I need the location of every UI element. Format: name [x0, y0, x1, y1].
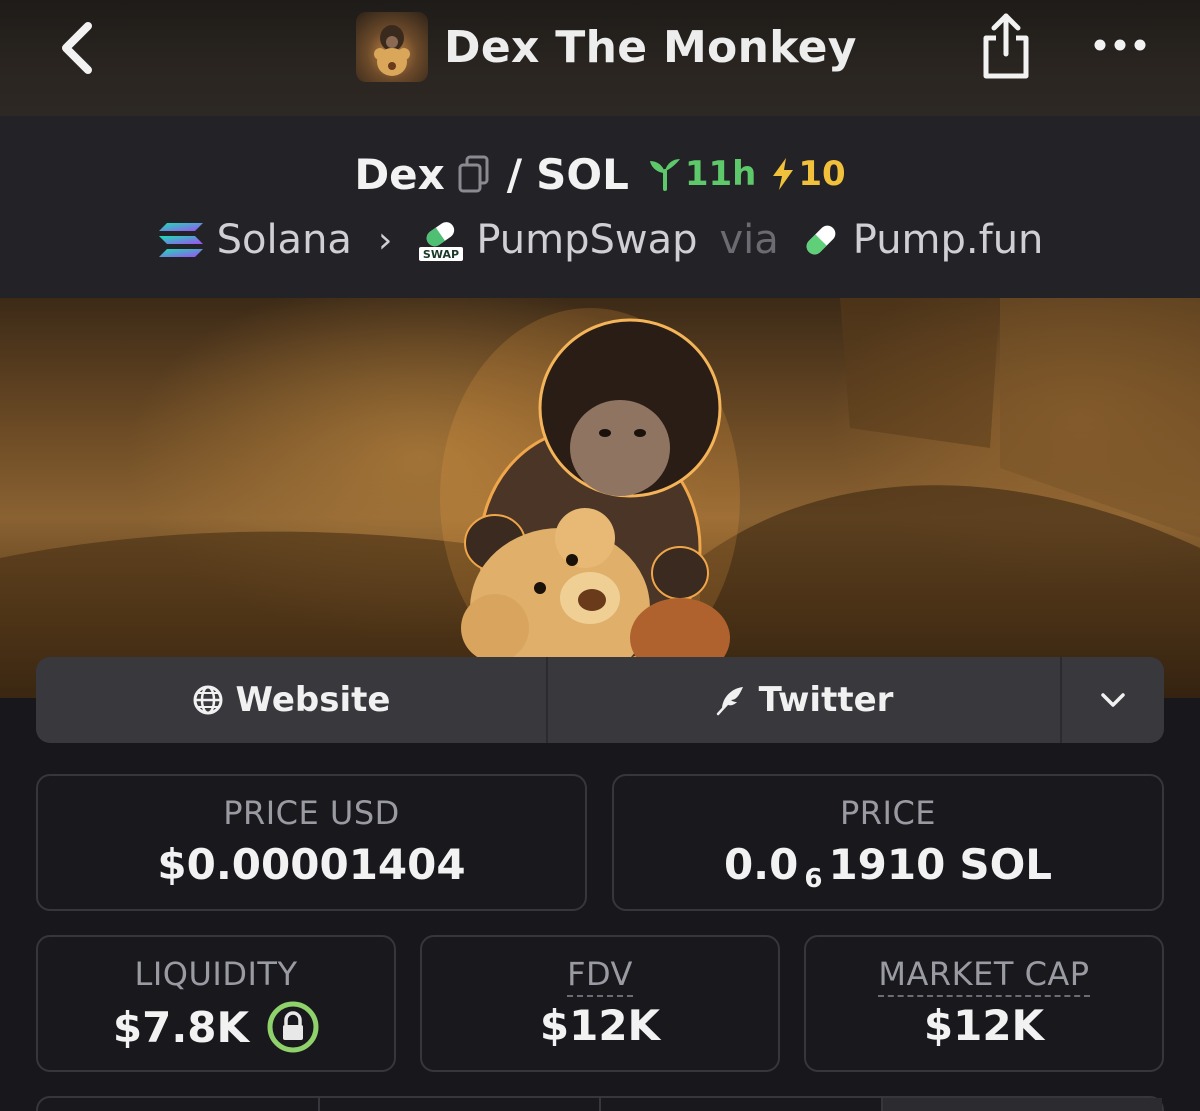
share-icon [983, 13, 1029, 79]
chevron-down-icon [1101, 693, 1125, 707]
social-links-bar: Website Twitter [36, 657, 1164, 743]
svg-text:SWAP: SWAP [423, 248, 459, 261]
liquidity-label: LIQUIDITY [134, 955, 298, 993]
solana-icon [158, 223, 203, 257]
route-row: Solana › SWAP PumpSwap via Pump.fun [0, 212, 1200, 268]
top-nav-bar: Dex The Monkey [0, 0, 1200, 116]
dex-name[interactable]: PumpSwap [476, 217, 697, 263]
liquidity-card: LIQUIDITY $7.8K [36, 935, 396, 1072]
fdv-value: $12K [539, 1001, 661, 1050]
price-usd-label: PRICE USD [223, 794, 400, 832]
pair-title-row: Dex / SOL 11h 10 [0, 146, 1200, 202]
pair-age-badge: 11h [647, 154, 757, 194]
market-cap-label: MARKET CAP [878, 955, 1090, 997]
liquidity-value-row: $7.8K [113, 1001, 319, 1053]
pumpswap-icon: SWAP [419, 222, 464, 261]
fdv-card[interactable]: FDV $12K [420, 935, 780, 1072]
tab-segment[interactable] [882, 1098, 1162, 1111]
price-usd-card: PRICE USD $0.00001404 [36, 774, 587, 911]
more-horizontal-icon [1094, 39, 1146, 51]
sprout-icon [649, 159, 680, 191]
twitter-button[interactable]: Twitter [548, 657, 1062, 743]
timeframe-tabs [36, 1096, 1164, 1111]
website-button[interactable]: Website [36, 657, 548, 743]
more-links-dropdown[interactable] [1062, 657, 1164, 743]
chevron-left-icon [62, 22, 92, 74]
lightning-icon [773, 158, 794, 190]
price-usd-value: $0.00001404 [157, 840, 466, 889]
lock-icon[interactable] [267, 1001, 319, 1053]
price-native-label: PRICE [839, 794, 937, 832]
feather-icon [716, 687, 743, 716]
back-button[interactable] [52, 18, 108, 78]
twitter-label: Twitter [758, 680, 894, 720]
website-label: Website [235, 680, 391, 720]
globe-icon [193, 685, 223, 715]
copy-icon[interactable] [457, 155, 491, 193]
boost-count: 10 [798, 154, 846, 194]
pair-header: Dex / SOL 11h 10 Solana › SWAP PumpSwap … [0, 116, 1200, 298]
quote-token-symbol: SOL [536, 149, 629, 199]
tab-segment[interactable] [38, 1098, 320, 1111]
market-cap-label-wrap: MARKET CAP [878, 955, 1090, 997]
page-title: Dex The Monkey [444, 21, 857, 73]
tab-segment[interactable] [320, 1098, 601, 1111]
base-token-symbol: Dex [354, 149, 445, 199]
chevron-right-icon: › [377, 219, 393, 261]
pumpfun-icon [806, 225, 836, 255]
liquidity-value: $7.8K [112, 1002, 250, 1052]
price-native-prefix: 0.0 [723, 840, 799, 889]
tab-segment[interactable] [601, 1098, 883, 1111]
price-native-value: 0.0 6 1910 SOL [723, 840, 1053, 894]
market-cap-value: $12K [923, 1001, 1045, 1050]
price-native-zero-count: 6 [804, 863, 823, 894]
price-native-unit: SOL [959, 840, 1053, 889]
pair-separator: / [506, 149, 523, 199]
price-native-digits: 1910 [828, 840, 946, 889]
fdv-label-wrap: FDV [567, 955, 633, 997]
token-title-group: Dex The Monkey [356, 12, 857, 82]
via-label: via [719, 217, 779, 263]
boost-badge[interactable]: 10 [770, 154, 846, 194]
price-native-card: PRICE 0.0 6 1910 SOL [612, 774, 1164, 911]
token-avatar [356, 12, 428, 82]
more-button[interactable] [1092, 30, 1148, 60]
chain-name[interactable]: Solana [217, 217, 352, 263]
launchpad-name[interactable]: Pump.fun [853, 217, 1044, 263]
fdv-label: FDV [567, 955, 633, 997]
share-button[interactable] [978, 10, 1034, 82]
market-cap-card[interactable]: MARKET CAP $12K [804, 935, 1164, 1072]
pair-age: 11h [684, 154, 757, 194]
token-banner-image [0, 298, 1200, 698]
